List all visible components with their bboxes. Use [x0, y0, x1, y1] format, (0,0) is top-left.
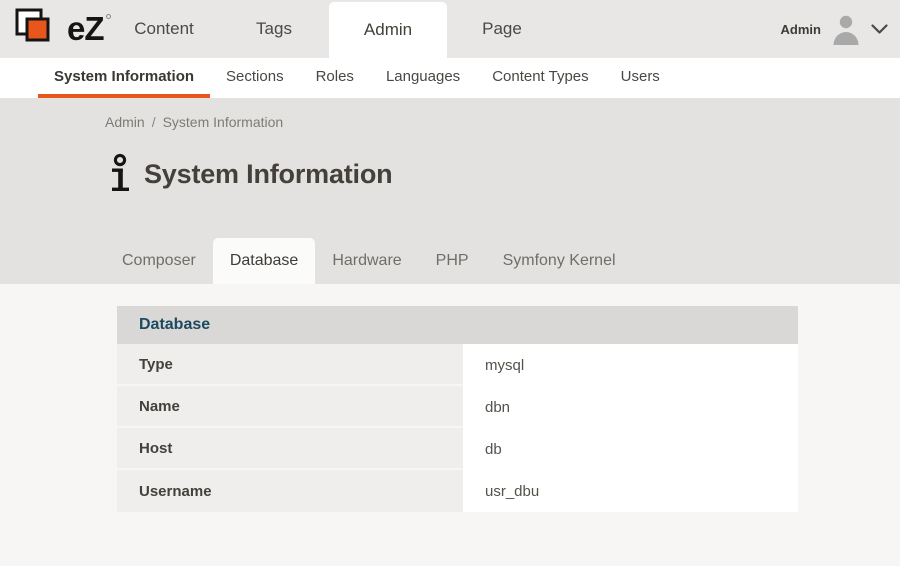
- main-menu: Content Tags Admin Page: [109, 0, 557, 58]
- row-value-host: db: [463, 428, 798, 470]
- subnav-item-sections[interactable]: Sections: [210, 58, 300, 98]
- table-row: Username usr_dbu: [117, 470, 798, 512]
- breadcrumb-item-system-information[interactable]: System Information: [163, 114, 284, 130]
- table-header: Database: [117, 306, 798, 344]
- breadcrumb-separator: /: [152, 114, 156, 130]
- avatar-icon: [830, 12, 862, 46]
- top-navigation-bar: eZ Content Tags Admin Page Admin: [0, 0, 900, 58]
- nav-item-page[interactable]: Page: [447, 0, 557, 58]
- subnav-item-languages[interactable]: Languages: [370, 58, 476, 98]
- breadcrumb-item-admin[interactable]: Admin: [105, 114, 145, 130]
- table-row: Type mysql: [117, 344, 798, 386]
- page-header-section: Admin / System Information System Informat…: [0, 98, 900, 284]
- user-menu[interactable]: Admin: [781, 0, 888, 58]
- row-label-name: Name: [117, 386, 463, 428]
- row-label-username: Username: [117, 470, 463, 512]
- tab-hardware[interactable]: Hardware: [315, 238, 418, 284]
- row-value-name: dbn: [463, 386, 798, 428]
- subnav-item-users[interactable]: Users: [605, 58, 676, 98]
- database-info-table: Database Type mysql Name dbn Host db Use…: [117, 306, 798, 512]
- user-name: Admin: [781, 22, 821, 37]
- nav-item-admin[interactable]: Admin: [329, 2, 447, 58]
- row-value-type: mysql: [463, 344, 798, 386]
- breadcrumb: Admin / System Information: [0, 98, 900, 131]
- tab-composer[interactable]: Composer: [105, 238, 213, 284]
- nav-item-content[interactable]: Content: [109, 0, 219, 58]
- subnav-item-content-types[interactable]: Content Types: [476, 58, 604, 98]
- ez-logo-squares-icon: [14, 6, 62, 52]
- tab-php[interactable]: PHP: [419, 238, 486, 284]
- page-title-row: System Information: [105, 153, 900, 195]
- tab-content-section: Database Type mysql Name dbn Host db Use…: [0, 284, 900, 566]
- subnav-item-system-information[interactable]: System Information: [38, 58, 210, 98]
- page-title: System Information: [144, 159, 392, 190]
- tab-database[interactable]: Database: [213, 238, 316, 284]
- info-icon: [105, 153, 131, 195]
- row-value-username: usr_dbu: [463, 470, 798, 512]
- chevron-down-icon: [871, 24, 888, 35]
- subnav-item-roles[interactable]: Roles: [300, 58, 370, 98]
- table-row: Host db: [117, 428, 798, 470]
- tab-symfony-kernel[interactable]: Symfony Kernel: [486, 238, 633, 284]
- system-info-tabs: Composer Database Hardware PHP Symfony K…: [105, 238, 900, 284]
- nav-item-tags[interactable]: Tags: [219, 0, 329, 58]
- ez-logo[interactable]: eZ: [14, 6, 111, 52]
- row-label-host: Host: [117, 428, 463, 470]
- admin-sub-navigation: System Information Sections Roles Langua…: [0, 58, 900, 98]
- row-label-type: Type: [117, 344, 463, 386]
- ez-logo-text: eZ: [67, 6, 104, 52]
- table-row: Name dbn: [117, 386, 798, 428]
